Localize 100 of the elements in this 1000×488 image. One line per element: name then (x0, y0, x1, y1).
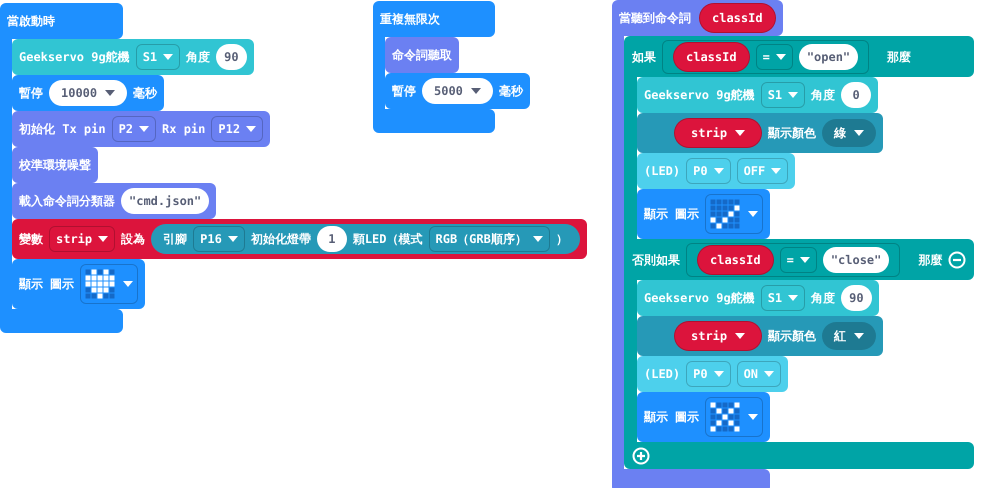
variable-pill[interactable]: classId (699, 3, 776, 33)
block-label: 否則如果 (632, 252, 680, 268)
comparison-block[interactable]: classId = "open" (662, 40, 870, 74)
voice-block[interactable]: 命令詞聽取 (385, 37, 459, 73)
block-label: 顯示 圖示 (19, 276, 74, 293)
block-label: 顯示 圖示 (644, 206, 700, 223)
caret-icon (714, 168, 724, 174)
caret-icon (228, 236, 238, 242)
dropdown[interactable]: strip (49, 226, 116, 252)
dropdown[interactable]: P2 (112, 116, 156, 142)
servo-block[interactable]: Geekservo 9g舵機 S1 角度 0 (637, 77, 878, 113)
number-field[interactable]: 1 (316, 226, 347, 252)
caret-icon (800, 256, 810, 262)
voice-block[interactable]: 校準環境噪聲 (12, 147, 98, 183)
block-label: 角度 (186, 49, 210, 66)
block-label: 毫秒 (498, 83, 523, 100)
block-label: 重複無限次 (380, 11, 440, 28)
caret-icon (123, 281, 134, 287)
remove-icon[interactable] (948, 250, 966, 268)
heart-icon (85, 269, 116, 299)
caret-icon (771, 168, 782, 174)
caret-icon (714, 371, 724, 377)
voice-block[interactable]: 初始化 Tx pin P2 Rx pin P12 (12, 111, 270, 147)
block-label: 暫停 (19, 85, 43, 102)
neopixel-block[interactable]: strip 顯示顏色 紅 (637, 316, 884, 356)
block-label: 引腳 (163, 231, 188, 248)
comparison-block[interactable]: classId = "close" (686, 242, 900, 276)
block-label: 顯示顏色 (768, 125, 816, 142)
caret-icon (776, 54, 786, 60)
block-label: 變數 (19, 231, 43, 248)
basic-block[interactable]: 暫停 5000 毫秒 (385, 73, 530, 109)
block-label: 暫停 (392, 83, 416, 100)
number-field[interactable]: 0 (841, 82, 872, 108)
add-icon[interactable] (632, 446, 650, 464)
icon-dropdown[interactable] (705, 194, 764, 234)
block-label: 那麼 (887, 48, 912, 66)
dropdown[interactable]: P12 (211, 116, 264, 142)
caret-icon (163, 54, 174, 60)
text-field[interactable]: "cmd.json" (121, 188, 210, 214)
icon-dropdown[interactable] (705, 397, 764, 437)
variable-dropdown[interactable]: strip (674, 321, 762, 351)
basic-block[interactable]: 顯示 圖示 (12, 259, 146, 309)
block-label: 載入命令詞分類器 (19, 193, 115, 210)
basic-block[interactable]: 暫停 10000 毫秒 (12, 75, 164, 111)
variable-block[interactable]: 變數 strip 設為 引腳 P16 初始化燈帶 1 顆LED（模式 RGB（GRB順序） ） (12, 219, 587, 259)
caret-icon (139, 126, 150, 132)
caret-icon (748, 414, 758, 420)
number-field[interactable]: 90 (841, 285, 872, 311)
hat-block[interactable]: 重複無限次 (373, 1, 495, 37)
basic-block[interactable]: 顯示 圖示 (637, 189, 770, 239)
block-label: Geekservo 9g舵機 (19, 49, 130, 66)
block-label: Geekservo 9g舵機 (644, 87, 755, 104)
dropdown[interactable]: = (780, 246, 817, 272)
voice-block[interactable]: 載入命令詞分類器 "cmd.json" (12, 183, 216, 219)
caret-icon (105, 90, 116, 96)
caret-icon (98, 236, 108, 242)
caret-icon (532, 236, 543, 242)
number-dropdown[interactable]: 10000 (49, 80, 128, 106)
variable-dropdown[interactable]: strip (674, 118, 762, 148)
text-field[interactable]: "open" (798, 44, 858, 70)
dropdown[interactable]: RGB（GRB順序） (428, 226, 550, 252)
caret-icon (748, 211, 758, 217)
servo-block[interactable]: Geekservo 9g舵機 S1 角度 90 (12, 39, 254, 75)
color-dropdown[interactable]: 紅 (822, 322, 876, 350)
block-label: Rx pin (162, 121, 206, 138)
number-dropdown[interactable]: 5000 (422, 78, 493, 104)
block-label: 角度 (811, 290, 836, 307)
basic-block[interactable]: 顯示 圖示 (637, 392, 770, 442)
check-icon (710, 199, 740, 229)
reporter-block[interactable]: 引腳 P16 初始化燈帶 1 顆LED（模式 RGB（GRB順序） ） (151, 224, 580, 254)
variable-pill[interactable]: classId (697, 244, 774, 274)
block-label: 校準環境噪聲 (19, 157, 91, 174)
hat-block[interactable]: 當聽到命令詞 classId (612, 0, 783, 36)
dropdown[interactable]: P16 (193, 226, 245, 252)
block-label: (LED) (644, 366, 680, 383)
dropdown[interactable]: = (756, 44, 793, 70)
block-label: 如果 (632, 48, 656, 66)
caret-icon (470, 88, 481, 94)
cross-icon (710, 402, 740, 432)
number-field[interactable]: 90 (216, 44, 247, 70)
text-field[interactable]: "close" (822, 246, 890, 272)
block-label: ） (556, 231, 568, 248)
color-dropdown[interactable]: 綠 (822, 119, 876, 147)
caret-icon (764, 371, 774, 377)
servo-block[interactable]: Geekservo 9g舵機 S1 角度 90 (637, 280, 879, 316)
icon-dropdown[interactable] (80, 264, 138, 304)
block-label: Geekservo 9g舵機 (644, 290, 755, 307)
block-label: 顆LED（模式 (352, 231, 422, 248)
caret-icon (854, 333, 864, 339)
caret-icon (788, 92, 798, 98)
block-label: 那麼 (918, 252, 942, 268)
block-label: (LED) (644, 163, 680, 180)
hat-block[interactable]: 當啟動時 (0, 3, 123, 39)
block-label: 當聽到命令詞 (619, 10, 691, 27)
block-label: 初始化 Tx pin (19, 121, 106, 138)
variable-pill[interactable]: classId (673, 42, 750, 72)
block-label: 設為 (121, 231, 146, 248)
block-label: 角度 (811, 87, 836, 104)
caret-icon (246, 126, 256, 132)
neopixel-block[interactable]: strip 顯示顏色 綠 (637, 113, 884, 153)
